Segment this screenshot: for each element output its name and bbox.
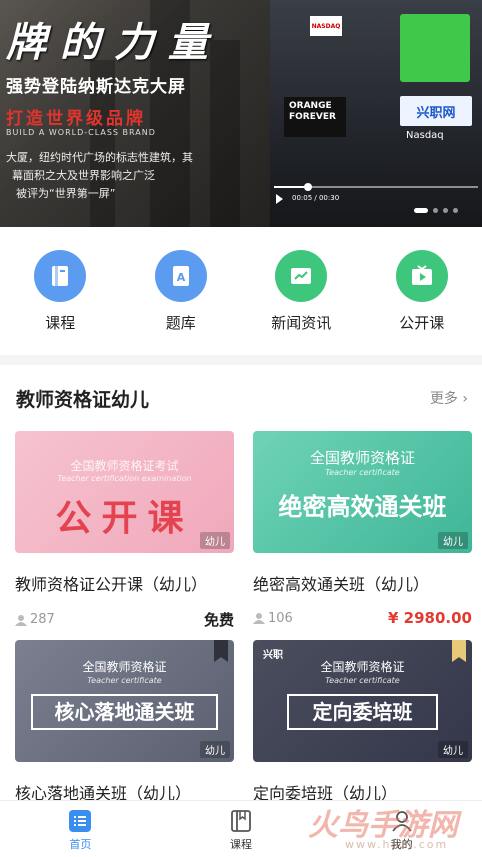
banner-desc-line-2: 幕面积之大及世界影响之广泛 [12,169,155,182]
user-count-icon [15,614,27,626]
thumb-title: 核心落地通关班 [31,694,218,730]
thumb-subtitle-en: Teacher certificate [87,676,162,685]
banner-calligraphy: 牌的力量 [6,19,222,66]
video-progress-knob[interactable] [304,183,312,191]
promo-banner[interactable]: 牌的力量 强势登陆纳斯达克大屏 打造世界级品牌 BUILD A WORLD-CL… [0,0,482,227]
thumb-subtitle-en: Teacher certificate [325,468,400,477]
video-time: 00:05 / 00:30 [292,194,340,202]
billboard-nasdaq: Nasdaq [406,130,444,141]
banner-slogan-en: BUILD A WORLD-CLASS BRAND [6,128,156,137]
tab-courses[interactable]: 课程 [196,801,286,857]
chevron-right-icon: › [462,391,468,407]
video-progress-track[interactable] [274,183,478,191]
enroll-count-value: 287 [30,612,55,627]
home-list-icon [69,810,92,832]
banner-desc-line-3: 被评为“世界第一屏” [16,187,116,200]
category-tag: 幼儿 [200,741,230,758]
carousel-dot[interactable] [433,208,438,213]
question-bank-icon: A [154,250,207,302]
thumb-subtitle: 全国教师资格证考试 [70,459,179,473]
thumb-subtitle: 全国教师资格证 [320,660,405,674]
course-price: 免费 [203,611,234,629]
quick-nav-course[interactable]: 课程 [15,250,105,355]
thumb-subtitle-en: Teacher certification examination [57,474,192,483]
tab-home[interactable]: 首页 [35,801,125,857]
quick-nav-label: 新闻资讯 [271,314,332,332]
quick-nav-question-bank[interactable]: A 题库 [136,250,226,355]
thumb-subtitle-en: Teacher certificate [325,676,400,685]
quick-nav-label: 公开课 [399,314,445,332]
section-divider [0,355,482,365]
carousel-indicator [414,208,458,213]
course-price: ¥ 2980.00 [388,609,472,627]
video-class-icon [395,250,448,302]
thumb-subtitle: 全国教师资格证 [82,660,167,674]
enroll-count-value: 106 [268,610,293,626]
play-icon[interactable] [276,194,283,204]
quick-nav: 课程 A 题库 新闻资讯 公开课 [0,227,482,355]
carousel-dot[interactable] [443,208,448,213]
user-count-icon [253,613,265,624]
course-card[interactable]: 全国教师资格证 Teacher certificate 绝密高效通关班 幼儿 绝… [253,431,472,640]
news-icon [275,250,328,302]
quick-nav-label: 题库 [165,314,196,332]
category-tag: 幼儿 [438,532,468,549]
quick-nav-news[interactable]: 新闻资讯 [256,250,346,355]
billboard-brand: 兴职网 [400,96,472,126]
billboard-small-sign: NASDAQ [310,16,342,36]
course-thumbnail: 全国教师资格证 Teacher certificate 核心落地通关班 幼儿 [15,640,234,762]
course-thumbnail: 兴职 全国教师资格证 Teacher certificate 定向委培班 幼儿 [253,640,472,762]
section-header: 教师资格证幼儿 更多 › [0,365,482,431]
enroll-count: 106 [253,611,293,626]
course-title: 教师资格证公开课（幼儿） [15,575,208,594]
banner-description: 大厦，纽约时代广场的标志性建筑，其 幕面积之大及世界影响之广泛 被评为“世界第一… [6,149,268,203]
watermark-url: www.hnzj.com [345,838,449,851]
course-meta: 287 免费 [15,609,234,630]
banner-slogan: 打造世界级品牌 [6,109,146,129]
quick-nav-label: 课程 [45,314,76,332]
tab-label: 首页 [69,838,92,851]
course-card[interactable]: 全国教师资格证考试 Teacher certification examinat… [15,431,234,640]
section-title: 教师资格证幼儿 [16,388,150,411]
enroll-count: 287 [15,612,55,627]
course-thumbnail: 全国教师资格证考试 Teacher certification examinat… [15,431,234,553]
more-link[interactable]: 更多 › [430,388,468,408]
thumb-subtitle: 全国教师资格证 [309,449,415,467]
tab-label: 课程 [229,838,252,851]
billboard-orange: ORANGE FOREVER [284,97,346,137]
book-icon [34,250,87,302]
svg-text:A: A [176,271,185,284]
banner-headline: 强势登陆纳斯达克大屏 [6,77,186,97]
quick-nav-open-class[interactable]: 公开课 [377,250,467,355]
course-meta: 106 ¥ 2980.00 [253,609,472,627]
course-title: 绝密高效通关班（幼儿） [253,575,430,594]
billboard-green-screen [400,14,470,82]
carousel-dot[interactable] [414,208,428,213]
carousel-dot[interactable] [453,208,458,213]
banner-desc-line-1: 大厦，纽约时代广场的标志性建筑，其 [6,151,193,164]
thumb-title: 定向委培班 [287,694,438,730]
course-book-icon [231,810,251,832]
more-label: 更多 [429,391,458,407]
course-thumbnail: 全国教师资格证 Teacher certificate 绝密高效通关班 幼儿 [253,431,472,553]
category-tag: 幼儿 [200,532,230,549]
thumb-title: 绝密高效通关班 [278,493,447,521]
video-progress-fill [274,186,308,188]
course-grid: 全国教师资格证考试 Teacher certification examinat… [0,431,482,849]
category-tag: 幼儿 [438,741,468,758]
